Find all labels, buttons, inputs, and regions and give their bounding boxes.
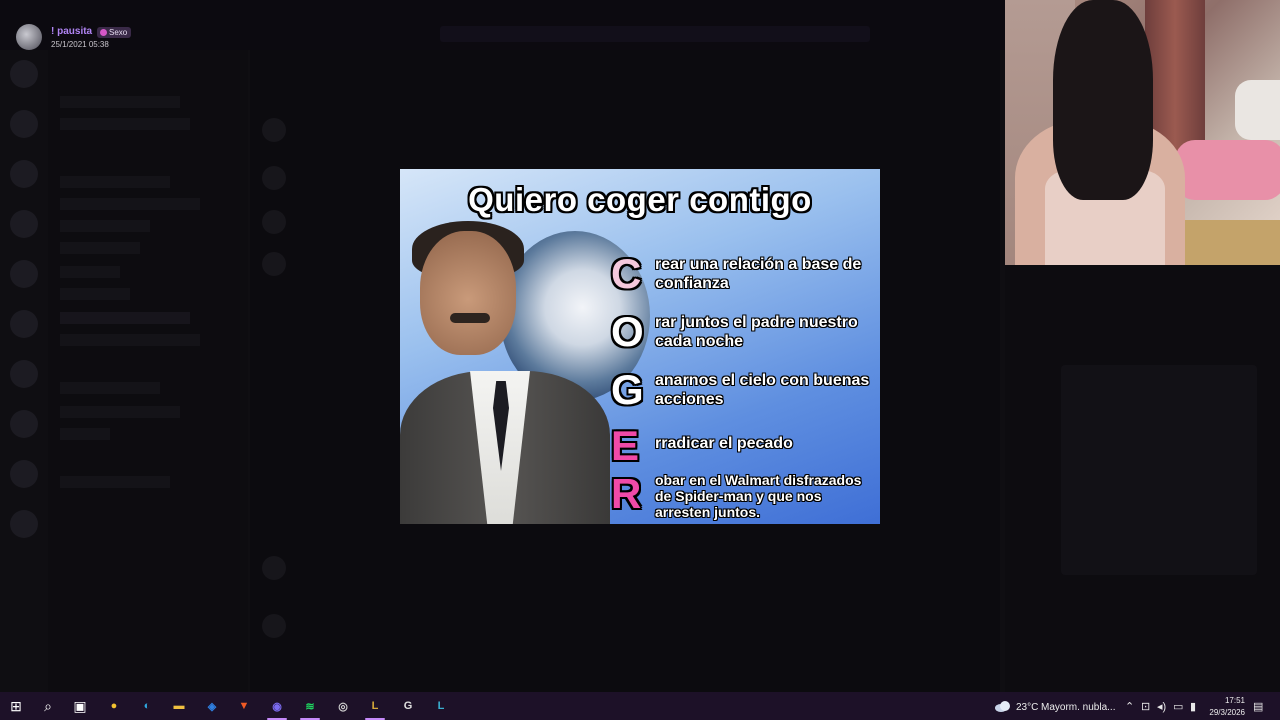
league-game-icon[interactable]: L bbox=[431, 696, 451, 716]
app-circle-icon[interactable]: ◎ bbox=[333, 696, 353, 716]
avatar bbox=[262, 210, 286, 234]
server-icon[interactable] bbox=[10, 210, 38, 238]
channel-item[interactable] bbox=[60, 476, 170, 488]
role-label: Sexo bbox=[109, 28, 128, 37]
network-icon[interactable]: ⊡ bbox=[1141, 700, 1150, 713]
channel-item[interactable] bbox=[60, 242, 140, 254]
mustache bbox=[450, 313, 490, 323]
weather-condition[interactable]: Mayorm. nubla... bbox=[1041, 702, 1115, 713]
app-g-icon[interactable]: G bbox=[398, 696, 418, 716]
chrome-icon[interactable]: ● bbox=[104, 696, 124, 716]
acrostic-line: O rar juntos el padre nuestro cada noche bbox=[611, 311, 880, 371]
weather-temperature[interactable]: 23°C bbox=[1016, 702, 1038, 713]
pillow bbox=[1175, 140, 1280, 200]
preview-image bbox=[1061, 365, 1257, 575]
channel-item[interactable] bbox=[60, 176, 170, 188]
avatar bbox=[262, 118, 286, 142]
server-icon[interactable] bbox=[10, 510, 38, 538]
role-dot-icon bbox=[100, 29, 107, 36]
start-icon[interactable]: ⊞ bbox=[6, 696, 26, 716]
server-list bbox=[0, 50, 48, 650]
channel-item[interactable] bbox=[60, 382, 160, 394]
acrostic-letter: C bbox=[611, 250, 642, 297]
store-icon[interactable]: ◈ bbox=[202, 696, 222, 716]
webcam-feed bbox=[1005, 0, 1280, 265]
channel-list bbox=[48, 50, 248, 692]
acrostic-line: R obar en el Walmart disfrazados de Spid… bbox=[611, 470, 880, 524]
server-icon[interactable] bbox=[10, 160, 38, 188]
pillow bbox=[1235, 80, 1280, 140]
channel-item[interactable] bbox=[60, 266, 120, 278]
server-icon[interactable] bbox=[10, 360, 38, 388]
file-explorer-icon[interactable]: ▬ bbox=[169, 696, 189, 716]
meme-title: Quiero coger contigo bbox=[468, 181, 812, 218]
person-hair bbox=[1053, 0, 1153, 200]
channel-item[interactable] bbox=[60, 288, 130, 300]
avatar bbox=[262, 166, 286, 190]
screen: ! pausita Sexo 25/1/2021 05:38 Quiero co… bbox=[0, 0, 1280, 720]
head bbox=[420, 231, 516, 355]
acrostic-text: rear una relación a base de confianza bbox=[655, 256, 862, 292]
edge-icon[interactable]: ◐ bbox=[137, 696, 157, 716]
display-icon[interactable]: ▭ bbox=[1173, 700, 1183, 713]
channel-item[interactable] bbox=[60, 220, 150, 232]
brave-icon[interactable]: ▼ bbox=[234, 696, 254, 716]
server-icon[interactable] bbox=[10, 410, 38, 438]
acrostic-letter: G bbox=[611, 366, 644, 413]
acrostic-letter: E bbox=[611, 422, 640, 469]
avatar bbox=[262, 556, 286, 580]
search-icon[interactable]: ⌕ bbox=[38, 696, 58, 716]
server-icon[interactable] bbox=[10, 310, 38, 338]
acrostic-letter: R bbox=[611, 470, 642, 517]
acrostic-text: anarnos el cielo con buenas acciones bbox=[655, 372, 870, 408]
chat-preview-panel bbox=[1005, 265, 1280, 692]
notice-banner bbox=[440, 26, 870, 42]
server-icon[interactable] bbox=[10, 460, 38, 488]
channel-item[interactable] bbox=[60, 312, 190, 324]
league-client-icon[interactable]: L bbox=[365, 696, 385, 716]
avatar bbox=[262, 614, 286, 638]
discord-top-bar bbox=[0, 0, 1005, 50]
notification-icon[interactable]: ▤ bbox=[1253, 700, 1263, 713]
acrostic-line: G anarnos el cielo con buenas acciones bbox=[611, 369, 880, 429]
clock-time[interactable]: 17:51 bbox=[1205, 696, 1245, 705]
task-view-icon[interactable]: ▣ bbox=[70, 696, 90, 716]
microphone-icon[interactable]: ▮ bbox=[1190, 700, 1196, 713]
message-timestamp: 25/1/2021 05:38 bbox=[51, 40, 109, 49]
channel-item[interactable] bbox=[60, 334, 200, 346]
acrostic-letter: O bbox=[611, 308, 644, 355]
acrostic-text: obar en el Walmart disfrazados de Spider… bbox=[655, 472, 862, 520]
channel-item[interactable] bbox=[60, 118, 190, 130]
channel-item[interactable] bbox=[60, 96, 180, 108]
server-icon[interactable] bbox=[10, 110, 38, 138]
spotify-icon[interactable]: ≋ bbox=[300, 696, 320, 716]
role-badge: Sexo bbox=[97, 27, 132, 38]
username[interactable]: ! pausita bbox=[51, 26, 92, 37]
acrostic-text: rradicar el pecado bbox=[655, 435, 793, 452]
channel-item[interactable] bbox=[60, 406, 180, 418]
acrostic-text: rar juntos el padre nuestro cada noche bbox=[655, 314, 858, 350]
channel-item[interactable] bbox=[60, 198, 200, 210]
server-icon[interactable] bbox=[10, 260, 38, 288]
clock-date[interactable]: 29/3/2026 bbox=[1201, 708, 1245, 717]
chevron-up-icon[interactable]: ⌃ bbox=[1125, 700, 1134, 713]
man-portrait bbox=[400, 221, 610, 524]
server-icon[interactable] bbox=[10, 60, 38, 88]
avatar[interactable] bbox=[16, 24, 42, 50]
meme-image[interactable]: Quiero coger contigo C rear una relación… bbox=[400, 169, 880, 524]
cloud-icon[interactable] bbox=[994, 699, 1012, 713]
acrostic-line: C rear una relación a base de confianza bbox=[611, 253, 880, 313]
channel-item[interactable] bbox=[60, 428, 110, 440]
discord-icon[interactable]: ◉ bbox=[267, 696, 287, 716]
speaker-icon[interactable]: ◂) bbox=[1157, 700, 1166, 713]
avatar bbox=[262, 252, 286, 276]
